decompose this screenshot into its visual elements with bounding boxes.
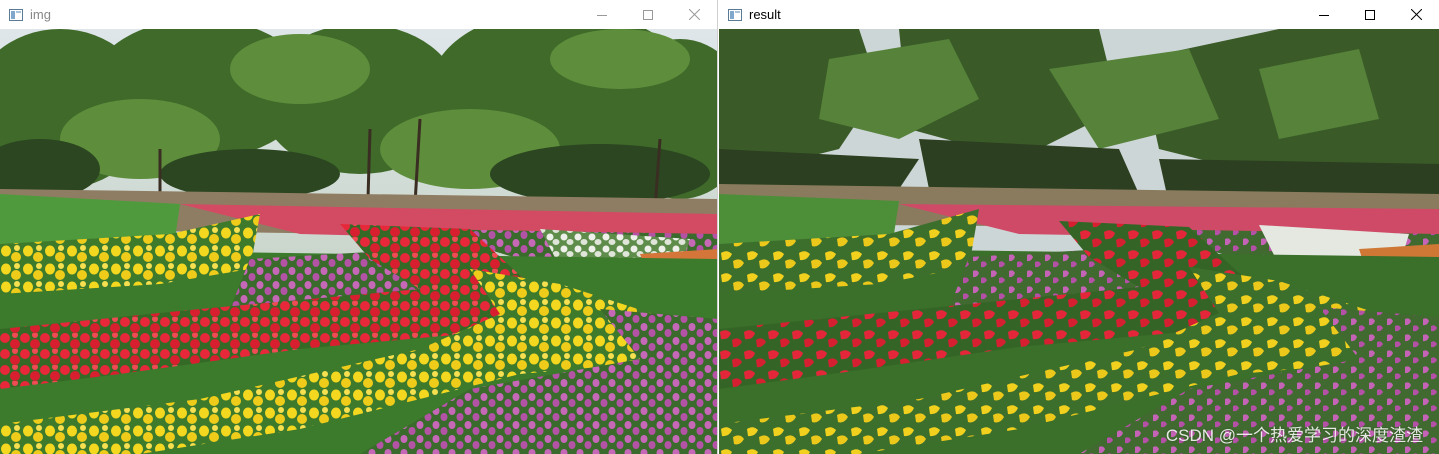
img-window: img [0, 0, 718, 454]
maximize-button[interactable] [625, 0, 671, 29]
watermark-text: CSDN @一个热爱学习的深度渣渣 [1165, 426, 1423, 445]
minimize-icon [597, 14, 607, 16]
tulip-photo [0, 29, 717, 454]
window-title: result [749, 7, 781, 22]
img-titlebar[interactable]: img [0, 0, 717, 29]
result-window: result CSDN @一个热爱学习的深度渣渣 [719, 0, 1439, 454]
result-canvas: CSDN @一个热爱学习的深度渣渣 [719, 29, 1439, 454]
minimize-button[interactable] [579, 0, 625, 29]
close-button[interactable] [1393, 0, 1439, 29]
maximize-button[interactable] [1347, 0, 1393, 29]
minimize-button[interactable] [1301, 0, 1347, 29]
close-icon [688, 9, 700, 20]
stylized-tulip-image [719, 29, 1439, 454]
maximize-icon [643, 9, 653, 20]
app-window-icon [728, 8, 742, 21]
minimize-icon [1319, 14, 1329, 16]
result-titlebar[interactable]: result [719, 0, 1439, 29]
app-window-icon [9, 8, 23, 21]
maximize-icon [1365, 9, 1375, 20]
close-button[interactable] [671, 0, 717, 29]
close-icon [1410, 9, 1422, 20]
window-title: img [30, 7, 51, 22]
img-canvas [0, 29, 717, 454]
